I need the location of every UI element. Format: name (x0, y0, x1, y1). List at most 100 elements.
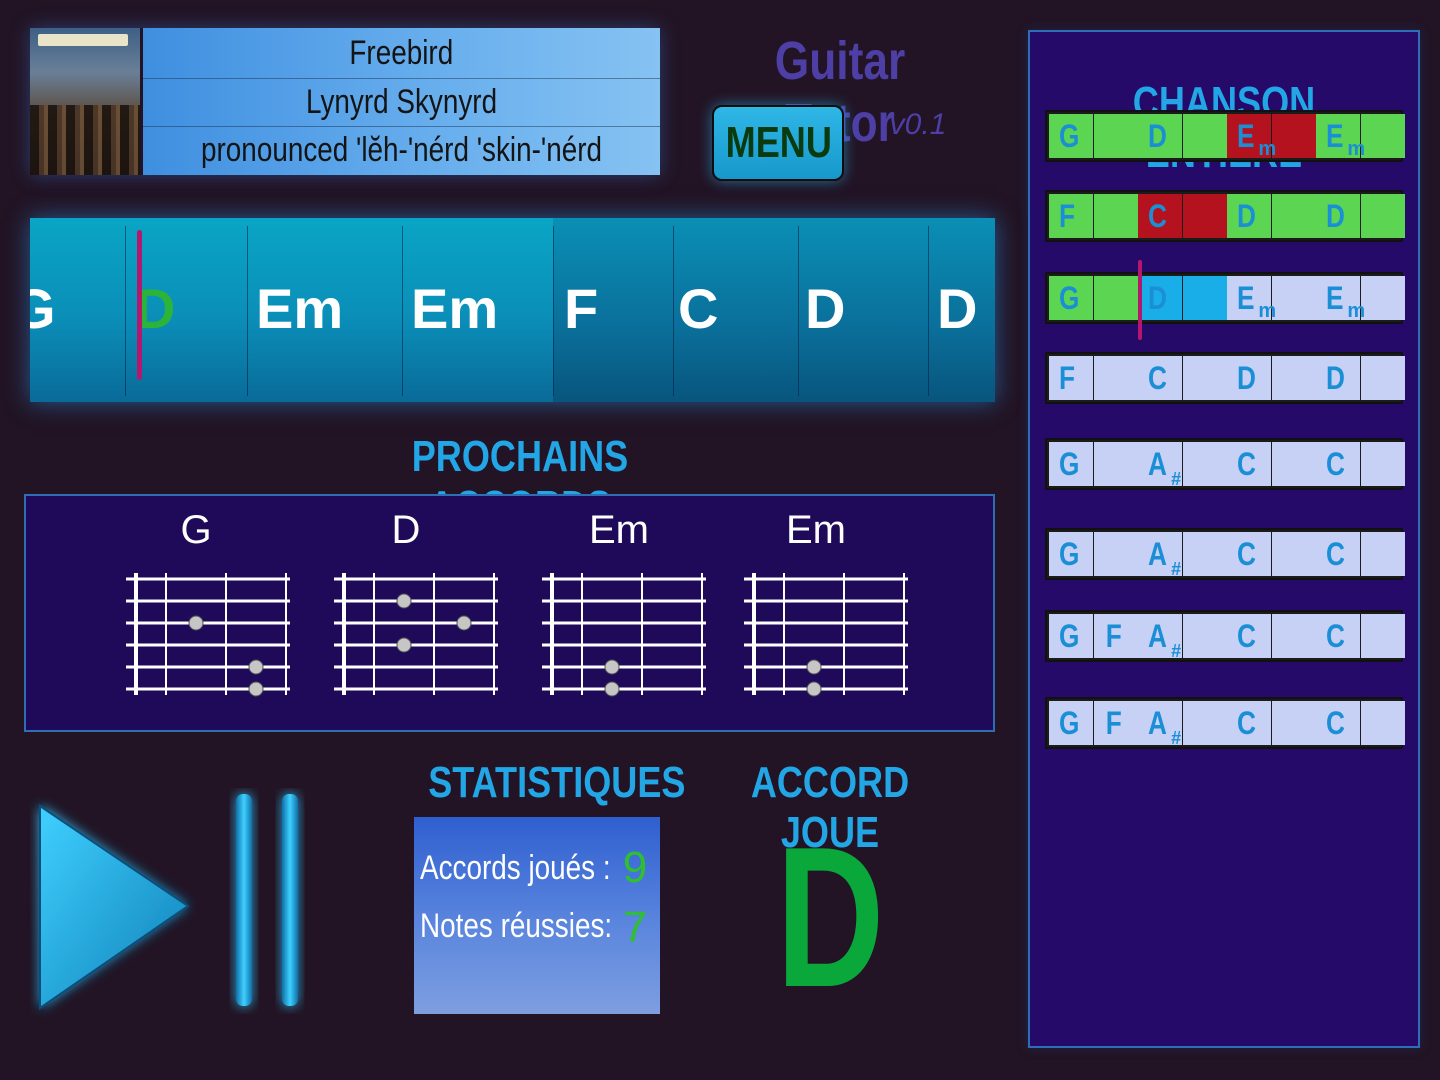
album-photo (30, 105, 140, 175)
timeline-divider (673, 226, 674, 396)
finger-dot (396, 637, 412, 653)
bar-cell-pending (1183, 701, 1227, 745)
bar-chord-label: F (1059, 360, 1076, 396)
song-pronunciation: pronounced 'lĕh-'nérd 'skin-'nérd (143, 126, 660, 173)
timeline-playhead (137, 230, 142, 380)
pause-icon (236, 794, 298, 1006)
bar-cell-wrong (1272, 114, 1316, 158)
bar-cell-pending (1183, 532, 1227, 576)
finger-dot (604, 681, 620, 697)
finger-dot (248, 681, 264, 697)
bar-chord-label: C (1326, 705, 1345, 741)
bar-chord-label: A # (1148, 705, 1182, 748)
menu-button[interactable]: MENU (712, 105, 844, 181)
bar-cell-pending (1361, 356, 1405, 400)
chord-diagram-Em (542, 573, 706, 697)
bar-cell-pending (1272, 701, 1316, 745)
timeline-divider (247, 226, 248, 396)
timeline-chord: C (678, 277, 719, 340)
bar-chord-label: A # (1148, 536, 1182, 579)
finger-dot (456, 615, 472, 631)
bar-cell-pending (1361, 614, 1405, 658)
finger-dot (188, 615, 204, 631)
song-info: Freebird Lynyrd Skynyrd pronounced 'lĕh-… (143, 28, 660, 175)
timeline-divider (928, 226, 929, 396)
album-cover (30, 28, 140, 175)
song-artist: Lynyrd Skynyrd (143, 78, 660, 125)
bar-cell-pending (1183, 442, 1227, 486)
timeline-chord: Em (256, 277, 344, 340)
bar-chord-label: D (1326, 198, 1345, 234)
timeline-chord: Em (411, 277, 499, 340)
song-bar-row: G A # C C (1045, 528, 1405, 580)
timeline-divider (402, 226, 403, 396)
timeline-divider (553, 226, 554, 396)
song-bar-row: FCDD (1045, 190, 1405, 242)
bar-cell-pending (1272, 356, 1316, 400)
chords-played-value: 9 (622, 843, 648, 892)
song-bar-row: G D Em Em (1045, 272, 1405, 324)
bar-chord-label: G (1059, 280, 1080, 316)
bar-cell-pending (1361, 442, 1405, 486)
bar-chord-label: Em (1237, 280, 1277, 322)
chords-played-label: Accords joués : (420, 849, 611, 887)
bar-chord-label: G (1059, 446, 1080, 482)
bar-cell-pending (1094, 532, 1138, 576)
play-button[interactable] (30, 796, 200, 1020)
bar-chord-label: D (1148, 118, 1167, 154)
bar-chord-label: Em (1237, 118, 1277, 160)
bar-cell-pending (1361, 276, 1405, 320)
bar-chord-label: Em (1326, 280, 1366, 322)
bar-chord-label: G (1059, 618, 1080, 654)
bar-chord-label: C (1148, 360, 1167, 396)
chord-diagram-name: Em (786, 508, 846, 552)
timeline-chord: D (805, 277, 846, 340)
pause-button[interactable] (228, 788, 312, 1014)
bar-cell-pending (1094, 442, 1138, 486)
bar-chord-label: G (1059, 536, 1080, 572)
bar-cell-correct (1094, 114, 1138, 158)
bar-cell-pending (1094, 356, 1138, 400)
bar-chord-label: F (1059, 198, 1076, 234)
bar-cell-correct (1094, 194, 1138, 238)
notes-success-value: 7 (622, 903, 648, 952)
timeline-chord: F (564, 277, 599, 340)
bar-chord-label: C (1148, 198, 1167, 234)
album-logo (38, 34, 128, 46)
song-header: Freebird Lynyrd Skynyrd pronounced 'lĕh-… (30, 28, 660, 175)
chord-timeline: G D Em Em F C D D (30, 218, 995, 402)
song-title: Freebird (349, 34, 454, 72)
bar-chord-label: D (1326, 360, 1345, 396)
bar-cell-correct (1361, 114, 1405, 158)
bar-cell-pending (1361, 532, 1405, 576)
song-bar-row: G D Em Em (1045, 110, 1405, 162)
bar-cell-correct (1272, 194, 1316, 238)
play-icon (39, 804, 190, 1010)
bar-cell-current (1183, 276, 1227, 320)
bar-cell-pending (1361, 701, 1405, 745)
app-version: v0.1 (889, 108, 947, 141)
song-bar-row: G F A # C C (1045, 610, 1405, 662)
bar-cell-pending (1183, 614, 1227, 658)
timeline-divider (125, 226, 126, 396)
bar-chord-label: D (1148, 280, 1167, 316)
bar-cell-pending (1272, 442, 1316, 486)
bar-chord-label: Em (1326, 118, 1366, 160)
bar-chord-label: A # (1148, 446, 1182, 489)
chord-diagram-name: Em (589, 508, 649, 552)
finger-dot (604, 659, 620, 675)
bar-chord-label: F (1105, 705, 1122, 741)
bar-chord-label: C (1237, 618, 1256, 654)
bar-chord-label: D (1237, 198, 1256, 234)
bar-chord-label: C (1326, 536, 1345, 572)
bar-chord-label: G (1059, 118, 1080, 154)
chord-diagram-name: G (180, 508, 212, 552)
chord-diagram-name: D (391, 508, 421, 552)
bar-cell-pending (1272, 532, 1316, 576)
bar-chord-label: C (1237, 705, 1256, 741)
bar-cell-pending (1272, 614, 1316, 658)
finger-dot (248, 659, 264, 675)
stats-panel: Accords joués : 9 Notes réussies: 7 (414, 817, 660, 1014)
timeline-chord: D (937, 277, 978, 340)
chord-diagram-D (334, 573, 498, 695)
